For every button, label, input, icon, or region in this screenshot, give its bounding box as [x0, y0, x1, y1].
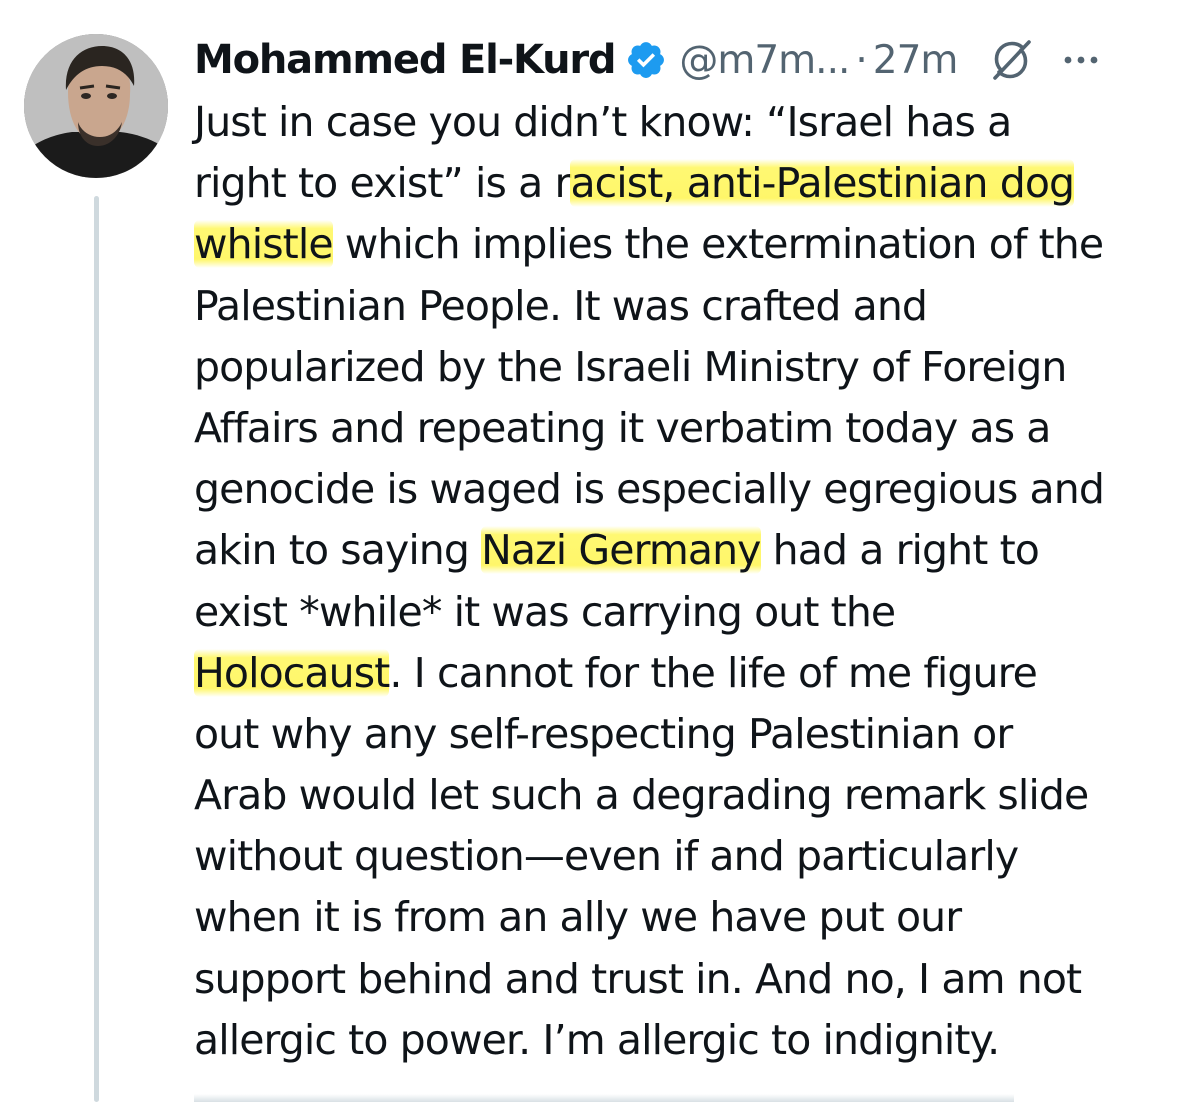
text-line: allergic to power. I’m allergic to indig… — [194, 1015, 1000, 1064]
text-line: exist *while* it was carrying out the — [194, 587, 896, 636]
text-line: right to exist” is a racist, anti-Palest… — [194, 159, 1075, 208]
highlighted-text: acist, anti-Palestinian dog — [570, 159, 1075, 208]
highlighted-text: Holocaust — [194, 648, 390, 697]
text-line: when it is from an ally we have put our — [194, 893, 962, 942]
separator-dot: · — [855, 37, 867, 83]
text-line: without question—even if and particularl… — [194, 832, 1019, 881]
text-line: Just in case you didn’t know: “Israel ha… — [194, 98, 1012, 146]
avatar[interactable] — [24, 34, 168, 178]
text-line: akin to saying Nazi Germany had a right … — [194, 526, 1040, 575]
highlighted-text: whistle — [194, 220, 334, 269]
text-line: support behind and trust in. And no, I a… — [194, 954, 1082, 1003]
display-name[interactable]: Mohammed El-Kurd — [194, 37, 617, 83]
text-line: Holocaust. I cannot for the life of me f… — [194, 648, 1038, 697]
profile-photo — [24, 34, 168, 178]
text-line: genocide is waged is especially egregiou… — [194, 465, 1105, 514]
verified-badge-icon — [625, 39, 667, 81]
tweet-header: Mohammed El-Kurd @m7m... · 27m — [194, 28, 1184, 92]
timestamp[interactable]: 27m — [873, 38, 959, 83]
user-handle[interactable]: @m7m... — [679, 38, 850, 83]
text-line: popularized by the Israeli Ministry of F… — [194, 342, 1067, 391]
more-options-icon[interactable] — [1059, 38, 1103, 82]
thread-line — [94, 196, 99, 1102]
text-line: whistle which implies the extermination … — [194, 220, 1104, 269]
text-line: out why any self-respecting Palestinian … — [194, 709, 1013, 758]
text-line: Affairs and repeating it verbatim today … — [194, 403, 1051, 452]
grok-icon[interactable] — [989, 38, 1033, 82]
tweet[interactable]: Mohammed El-Kurd @m7m... · 27m Just in c… — [0, 0, 1200, 1102]
highlighted-text: Nazi Germany — [481, 526, 761, 575]
text-line: Palestinian People. It was crafted and — [194, 281, 928, 330]
text-line: Arab would let such a degrading remark s… — [194, 771, 1089, 820]
cut-off-content — [194, 1094, 1014, 1102]
tweet-text: Just in case you didn’t know: “Israel ha… — [194, 92, 1184, 1071]
